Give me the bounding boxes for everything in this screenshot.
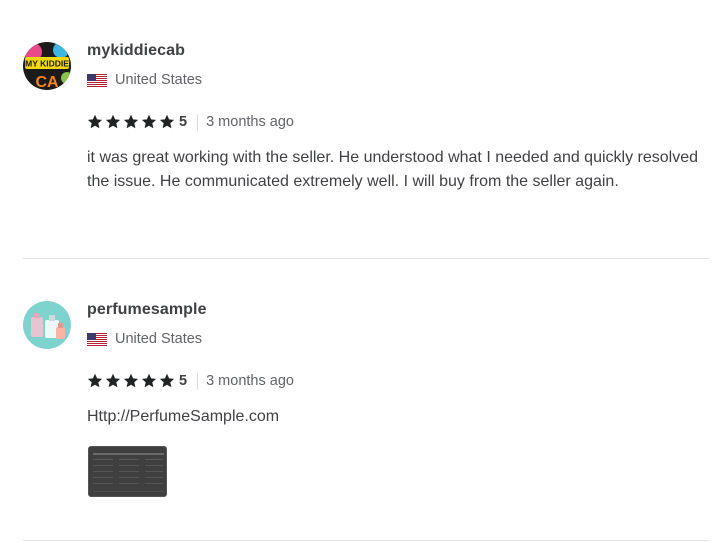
star-rating [87, 114, 177, 130]
star-icon [105, 114, 121, 129]
star-icon [141, 373, 157, 388]
us-flag-icon [87, 73, 107, 87]
avatar[interactable] [23, 301, 71, 349]
review-text: it was great working with the seller. He… [87, 149, 699, 190]
us-flag-icon [87, 332, 107, 346]
reviewer-country: United States [87, 72, 202, 88]
star-icon [87, 373, 103, 388]
review-item: perfumesample United States 5 3 months a… [23, 259, 709, 541]
country-name: United States [115, 331, 203, 347]
avatar[interactable]: MY KIDDIE CA [23, 42, 71, 90]
star-icon [141, 114, 157, 129]
rating-score: 5 [179, 373, 188, 389]
star-icon [87, 114, 103, 129]
star-icon [159, 114, 175, 129]
star-icon [159, 373, 175, 388]
country-name: United States [115, 72, 203, 88]
rating: 5 3 months ago [87, 112, 294, 132]
star-icon [123, 373, 139, 388]
rating: 5 3 months ago [87, 371, 294, 391]
avatar-logo-text: MY KIDDIE [25, 59, 69, 69]
star-icon [105, 373, 121, 388]
review-time: 3 months ago [206, 114, 294, 130]
review-text: Http://PerfumeSample.com [87, 408, 280, 425]
review-time: 3 months ago [206, 373, 294, 389]
review-item: MY KIDDIE CA mykiddiecab United States 5 [23, 0, 709, 259]
reviewer-country: United States [87, 331, 202, 347]
rating-score: 5 [179, 114, 188, 130]
review-attachment-thumbnail[interactable] [88, 446, 167, 497]
divider [197, 113, 199, 131]
reviewer-username[interactable]: mykiddiecab [87, 42, 185, 60]
divider [197, 372, 199, 390]
star-icon [123, 114, 139, 129]
star-rating [87, 373, 177, 389]
reviewer-username[interactable]: perfumesample [87, 301, 207, 319]
svg-text:CA: CA [35, 74, 59, 90]
